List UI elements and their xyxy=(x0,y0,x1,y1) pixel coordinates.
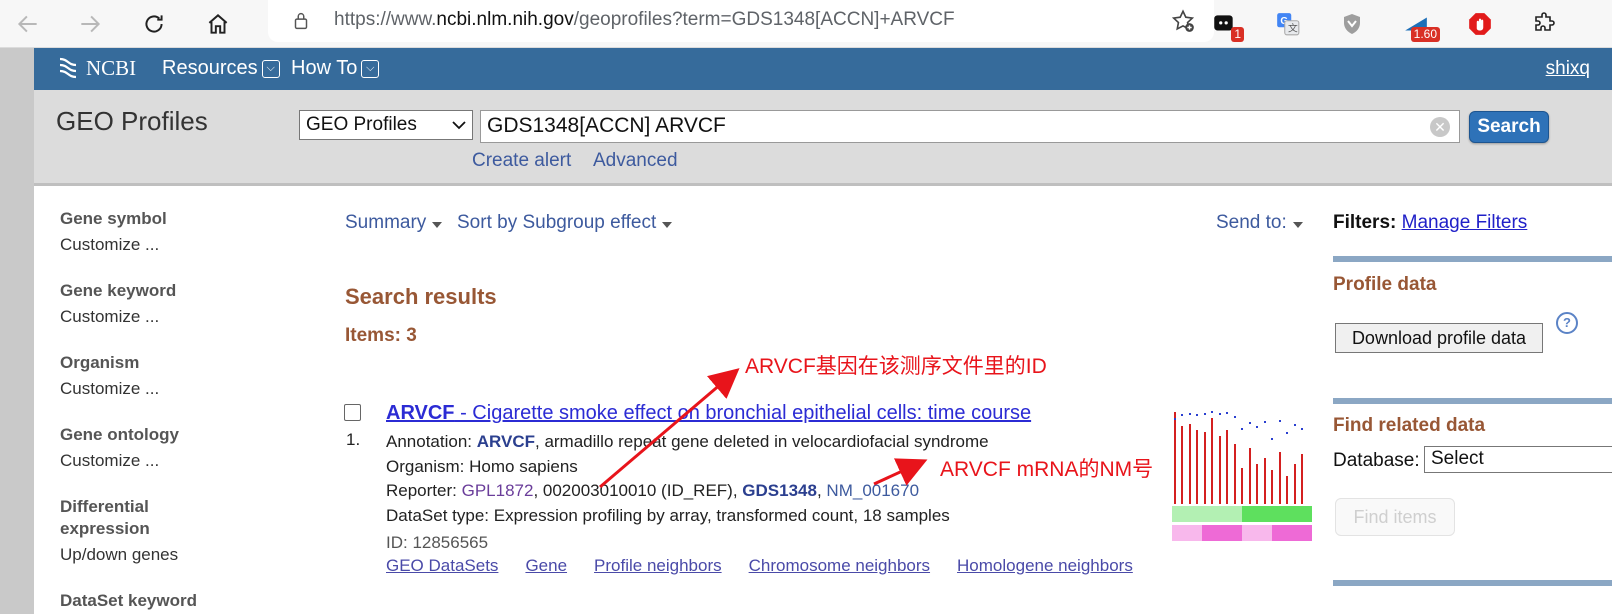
search-results-heading: Search results xyxy=(345,284,497,309)
facet-title: Gene keyword xyxy=(60,281,177,300)
send-to-dropdown[interactable]: Send to: xyxy=(1216,212,1303,234)
translate-extension-icon[interactable]: G文 xyxy=(1270,6,1306,42)
result-annotation: Annotation: ARVCF, armadillo repeat gene… xyxy=(386,432,989,451)
shield-extension-icon[interactable] xyxy=(1334,6,1370,42)
filters-section: Filters: Manage Filters xyxy=(1333,212,1528,233)
clear-search-icon[interactable]: ✕ xyxy=(1430,117,1450,137)
result-links: GEO DataSets Gene Profile neighbors Chro… xyxy=(386,556,1133,576)
home-button[interactable] xyxy=(198,4,238,44)
refresh-icon xyxy=(145,15,163,33)
left-gutter xyxy=(0,48,34,614)
result-organism: Organism: Homo sapiens xyxy=(386,457,578,476)
find-items-button[interactable]: Find items xyxy=(1335,498,1455,536)
facet-customize-link[interactable]: Customize ... xyxy=(60,234,300,256)
result-number: 1. xyxy=(346,430,361,449)
result-reporter: Reporter: GPL1872, 002003010010 (ID_REF)… xyxy=(386,481,920,500)
chromosome-neighbors-link[interactable]: Chromosome neighbors xyxy=(749,556,930,576)
extension-speed-badge: 1.60 xyxy=(1410,27,1440,42)
find-related-data-heading: Find related data xyxy=(1333,415,1486,436)
howto-menu[interactable]: How To ⌵ xyxy=(291,57,380,80)
search-input[interactable]: GDS1348[ACCN] ARVCF xyxy=(480,110,1460,143)
home-icon xyxy=(208,14,228,34)
ncbi-helix-icon xyxy=(59,57,77,79)
manage-filters-link[interactable]: Manage Filters xyxy=(1402,212,1528,233)
facet-customize-link[interactable]: Customize ... xyxy=(60,450,300,472)
download-profile-data-button[interactable]: Download profile data xyxy=(1335,323,1543,353)
facet-updown-link[interactable]: Up/down genes xyxy=(60,544,300,566)
portlet-divider xyxy=(1333,580,1612,586)
resources-menu[interactable]: Resources ⌵ xyxy=(162,57,280,80)
puzzle-extensions-icon[interactable] xyxy=(1526,6,1562,42)
extension-badge: 1 xyxy=(1231,27,1244,42)
caret-down-icon xyxy=(432,221,443,228)
chevron-down-icon: ⌵ xyxy=(361,59,380,78)
facet-customize-link[interactable]: Customize ... xyxy=(60,306,300,328)
ncbi-header: NCBI Resources ⌵ How To ⌵ shixq xyxy=(34,48,1612,90)
lock-icon xyxy=(294,13,308,30)
facet-title: Gene symbol xyxy=(60,209,167,228)
database-dropdown[interactable]: Select xyxy=(1424,446,1612,473)
user-link[interactable]: shixq xyxy=(1546,58,1590,80)
profile-data-heading: Profile data xyxy=(1333,274,1437,295)
search-bar-area: GEO Profiles GEO Profiles GDS1348[ACCN] … xyxy=(34,90,1612,186)
facet-title: DataSet keyword xyxy=(60,591,197,610)
profile-neighbors-link[interactable]: Profile neighbors xyxy=(594,556,722,576)
database-title: GEO Profiles xyxy=(56,106,208,136)
geo-datasets-link[interactable]: GEO DataSets xyxy=(386,556,498,576)
speed-extension-icon[interactable]: 1.60 xyxy=(1398,6,1440,42)
advanced-search-link[interactable]: Advanced xyxy=(593,150,678,172)
gene-link[interactable]: Gene xyxy=(525,556,567,576)
browser-toolbar: https://www.ncbi.nlm.nih.gov/geoprofiles… xyxy=(0,0,1612,48)
arrow-to-id xyxy=(599,368,740,489)
help-icon[interactable]: ? xyxy=(1556,312,1578,334)
forward-button[interactable] xyxy=(70,4,110,44)
homologene-neighbors-link[interactable]: Homologene neighbors xyxy=(957,556,1133,576)
facet-title: Gene ontology xyxy=(60,425,179,444)
url-text: https://www.ncbi.nlm.nih.gov/geoprofiles… xyxy=(334,9,955,30)
ncbi-logo[interactable]: NCBI xyxy=(56,55,136,81)
portlet-divider xyxy=(1333,256,1612,262)
gds-link[interactable]: GDS1348 xyxy=(742,481,817,500)
back-button[interactable] xyxy=(8,4,48,44)
annotation-id-note: ARVCF基因在该测序文件里的ID xyxy=(745,355,1047,378)
result-id: ID: 12856565 xyxy=(386,533,489,552)
annotation-nm-note: ARVCF mRNA的NM号 xyxy=(940,458,1154,481)
chevron-down-icon xyxy=(452,121,466,130)
create-alert-link[interactable]: Create alert xyxy=(472,150,571,172)
database-label: Database: xyxy=(1333,450,1420,471)
result-checkbox[interactable] xyxy=(344,404,361,421)
svg-text:文: 文 xyxy=(1288,22,1298,35)
summary-dropdown[interactable]: Summary xyxy=(345,212,443,234)
profile-thumbnail-chart[interactable] xyxy=(1170,408,1315,544)
caret-down-icon xyxy=(1292,221,1303,228)
result-title-link[interactable]: ARVCF - Cigarette smoke effect on bronch… xyxy=(386,402,1031,425)
favorite-star-icon[interactable] xyxy=(1170,8,1196,34)
caret-down-icon xyxy=(662,221,673,228)
thumbnail-bars xyxy=(1174,412,1303,504)
thumbnail-rank-dots xyxy=(1174,411,1303,440)
facet-title: Differential expression xyxy=(60,497,150,538)
result-dataset-type: DataSet type: Expression profiling by ar… xyxy=(386,506,950,525)
refresh-button[interactable] xyxy=(134,4,174,44)
sort-dropdown[interactable]: Sort by Subgroup effect xyxy=(457,212,673,234)
gpl-link[interactable]: GPL1872 xyxy=(462,481,534,500)
items-count: Items: 3 xyxy=(345,325,417,346)
portlet-divider xyxy=(1333,398,1612,404)
search-button[interactable]: Search xyxy=(1469,111,1549,143)
facet-sidebar: Gene symbol Customize ... Gene keyword C… xyxy=(60,208,300,612)
chevron-down-icon: ⌵ xyxy=(261,59,280,78)
adblock-extension-icon[interactable] xyxy=(1462,6,1498,42)
facet-title: Organism xyxy=(60,353,140,372)
facet-customize-link[interactable]: Customize ... xyxy=(60,378,300,400)
address-bar[interactable]: https://www.ncbi.nlm.nih.gov/geoprofiles… xyxy=(268,0,1214,42)
database-select[interactable]: GEO Profiles xyxy=(299,110,473,140)
extension-chat-icon[interactable]: 1 xyxy=(1206,6,1244,42)
forward-arrow-icon xyxy=(81,15,101,33)
back-arrow-icon xyxy=(17,15,37,33)
nm-accession-link[interactable]: NM_001670 xyxy=(826,481,919,500)
